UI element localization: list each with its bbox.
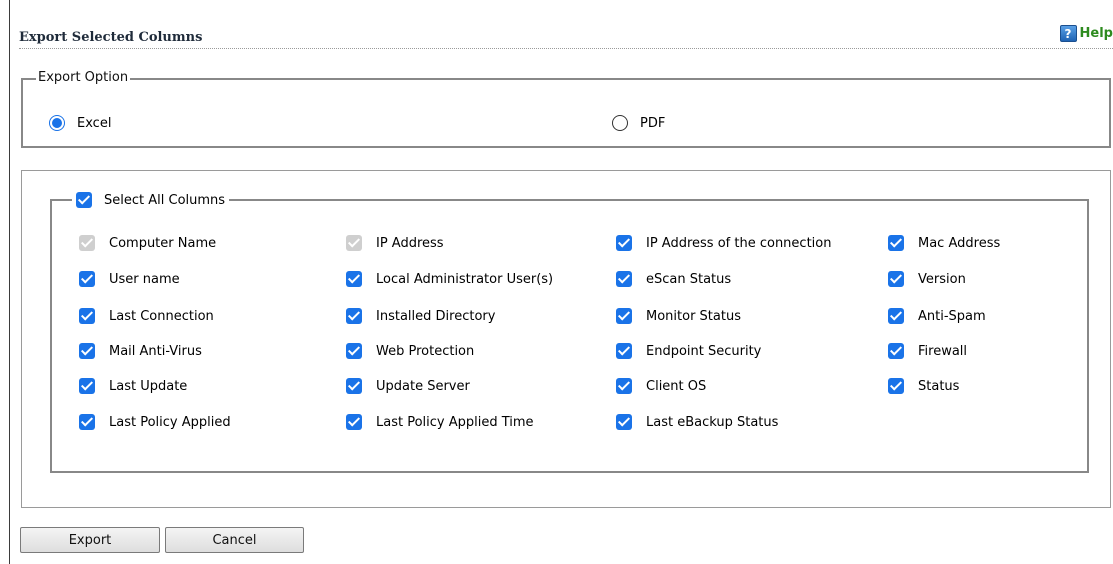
column-checkbox: [79, 235, 95, 251]
column-option[interactable]: Monitor Status: [616, 308, 741, 324]
column-label[interactable]: IP Address of the connection: [646, 236, 831, 251]
column-option[interactable]: Mail Anti-Virus: [79, 343, 202, 359]
column-checkbox[interactable]: [346, 378, 362, 394]
radio-pdf[interactable]: PDF: [612, 115, 665, 131]
help-icon[interactable]: ?: [1059, 25, 1077, 42]
column-label[interactable]: Last Policy Applied: [109, 415, 231, 430]
column-label[interactable]: Endpoint Security: [646, 344, 761, 359]
select-all-columns[interactable]: Select All Columns: [72, 192, 230, 208]
column-label[interactable]: Status: [918, 379, 959, 394]
column-checkbox[interactable]: [346, 271, 362, 287]
column-option[interactable]: Endpoint Security: [616, 343, 761, 359]
column-label[interactable]: Last Policy Applied Time: [376, 415, 534, 430]
column-option[interactable]: Last Policy Applied: [79, 414, 231, 430]
column-checkbox[interactable]: [888, 271, 904, 287]
column-option[interactable]: Client OS: [616, 378, 706, 394]
column-option[interactable]: Firewall: [888, 343, 967, 359]
column-option[interactable]: IP Address of the connection: [616, 235, 831, 251]
radio-excel-icon[interactable]: [49, 115, 65, 131]
cancel-button[interactable]: Cancel: [165, 527, 304, 553]
column-label[interactable]: Firewall: [918, 344, 967, 359]
column-checkbox[interactable]: [616, 308, 632, 324]
select-all-checkbox[interactable]: [76, 192, 92, 208]
column-checkbox[interactable]: [79, 343, 95, 359]
column-label[interactable]: Local Administrator User(s): [376, 272, 553, 287]
column-label[interactable]: Mail Anti-Virus: [109, 344, 202, 359]
help-label[interactable]: Help: [1080, 26, 1113, 41]
column-option[interactable]: User name: [79, 271, 180, 287]
column-option[interactable]: Computer Name: [79, 235, 216, 251]
column-option[interactable]: Version: [888, 271, 966, 287]
column-checkbox[interactable]: [616, 235, 632, 251]
column-label[interactable]: Anti-Spam: [918, 309, 986, 324]
column-option[interactable]: Update Server: [346, 378, 470, 394]
column-label: Computer Name: [109, 235, 217, 251]
column-checkbox[interactable]: [616, 271, 632, 287]
column-checkbox[interactable]: [888, 343, 904, 359]
column-checkbox[interactable]: [79, 378, 95, 394]
column-label: IP Address: [376, 235, 444, 251]
help-link[interactable]: ? Help: [1059, 25, 1113, 42]
column-label[interactable]: Version: [918, 272, 966, 287]
column-checkbox: [346, 235, 362, 251]
column-option[interactable]: Mac Address: [888, 235, 1000, 251]
radio-pdf-icon[interactable]: [612, 115, 628, 131]
column-label[interactable]: Last eBackup Status: [646, 415, 778, 430]
column-option[interactable]: Local Administrator User(s): [346, 271, 553, 287]
column-checkbox[interactable]: [79, 271, 95, 287]
radio-pdf-label[interactable]: PDF: [640, 116, 665, 131]
column-label[interactable]: Installed Directory: [376, 309, 495, 324]
column-label[interactable]: User name: [109, 272, 180, 287]
export-option-group: [21, 78, 1111, 148]
column-option[interactable]: Installed Directory: [346, 308, 495, 324]
column-checkbox[interactable]: [888, 308, 904, 324]
column-checkbox[interactable]: [616, 414, 632, 430]
column-option[interactable]: Web Protection: [346, 343, 474, 359]
column-option[interactable]: IP Address: [346, 235, 444, 251]
column-label[interactable]: Last Connection: [109, 309, 214, 324]
column-option[interactable]: Anti-Spam: [888, 308, 986, 324]
column-checkbox[interactable]: [79, 414, 95, 430]
dialog-title: Export Selected Columns: [19, 30, 203, 45]
column-label[interactable]: Last Update: [109, 379, 187, 394]
column-option[interactable]: Status: [888, 378, 959, 394]
column-label[interactable]: Client OS: [646, 379, 706, 394]
column-option[interactable]: Last eBackup Status: [616, 414, 778, 430]
column-label[interactable]: Update Server: [376, 379, 470, 394]
column-label[interactable]: Monitor Status: [646, 309, 741, 324]
select-all-label[interactable]: Select All Columns: [104, 193, 225, 208]
column-checkbox[interactable]: [346, 343, 362, 359]
column-option[interactable]: Last Connection: [79, 308, 214, 324]
window-left-border: [9, 0, 10, 564]
export-button[interactable]: Export: [20, 527, 160, 553]
column-option[interactable]: eScan Status: [616, 271, 731, 287]
column-label[interactable]: eScan Status: [646, 272, 731, 287]
column-checkbox[interactable]: [616, 378, 632, 394]
column-label[interactable]: Web Protection: [376, 344, 474, 359]
dialog-header: Export Selected Columns ? Help: [19, 22, 1113, 49]
radio-excel[interactable]: Excel: [49, 115, 111, 131]
column-checkbox[interactable]: [346, 414, 362, 430]
radio-excel-label[interactable]: Excel: [77, 116, 111, 131]
column-checkbox[interactable]: [79, 308, 95, 324]
column-checkbox[interactable]: [346, 308, 362, 324]
column-checkbox[interactable]: [888, 235, 904, 251]
column-option[interactable]: Last Policy Applied Time: [346, 414, 534, 430]
column-checkbox[interactable]: [616, 343, 632, 359]
column-checkbox[interactable]: [888, 378, 904, 394]
export-option-legend: Export Option: [36, 70, 131, 85]
column-label[interactable]: Mac Address: [918, 236, 1000, 251]
column-option[interactable]: Last Update: [79, 378, 187, 394]
